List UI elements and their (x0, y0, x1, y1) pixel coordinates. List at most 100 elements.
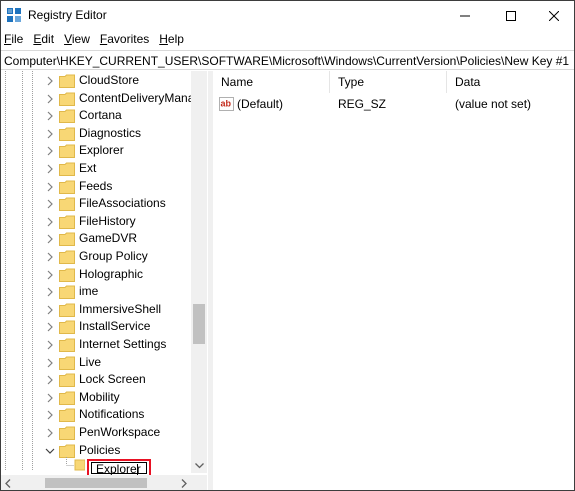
tree-horizontal-scrollbar[interactable] (1, 475, 207, 490)
tree-item[interactable]: CloudStore (1, 72, 191, 90)
menu-favorites[interactable]: Favorites (95, 31, 154, 49)
tree-item-label: FileAssociations (79, 196, 166, 211)
folder-icon (59, 162, 75, 176)
address-path[interactable]: Computer\HKEY_CURRENT_USER\SOFTWARE\Micr… (4, 54, 569, 68)
rename-key-input[interactable]: Explorer (91, 462, 147, 476)
folder-icon (59, 109, 75, 124)
tree-item[interactable]: Ext (1, 160, 191, 178)
tree-item-label: Notifications (79, 407, 145, 422)
tree-item-label: Mobility (79, 389, 120, 404)
close-icon (549, 11, 559, 21)
menu-file-label: File (4, 32, 24, 46)
scroll-down-button[interactable] (191, 459, 207, 473)
column-header-name[interactable]: Name (213, 71, 330, 93)
folder-icon (59, 444, 75, 458)
value-row[interactable]: ab (Default) REG_SZ (value not set) (213, 95, 574, 113)
chevron-right-icon[interactable] (45, 111, 55, 121)
chevron-right-icon[interactable] (45, 164, 55, 174)
chevron-right-icon[interactable] (45, 146, 55, 156)
tree-item[interactable]: FileAssociations (1, 195, 191, 213)
chevron-right-icon[interactable] (45, 340, 55, 350)
folder-icon (59, 408, 75, 423)
chevron-right-icon[interactable] (45, 270, 55, 280)
folder-icon (59, 232, 75, 247)
chevron-right-icon[interactable] (45, 410, 55, 420)
menu-edit[interactable]: Edit (28, 31, 59, 49)
chevron-right-icon[interactable] (45, 252, 55, 262)
tree-item[interactable]: Explorer (1, 142, 191, 160)
tree-item[interactable]: Live (1, 354, 191, 372)
chevron-right-icon (181, 478, 187, 488)
tree-item[interactable]: Diagnostics (1, 125, 191, 143)
tree-item[interactable]: FileHistory (1, 213, 191, 231)
title-bar: Registry Editor (1, 1, 574, 31)
tree-item[interactable]: Cortana (1, 107, 191, 125)
tree-vertical-scrollbar[interactable] (191, 71, 207, 473)
chevron-right-icon[interactable] (45, 358, 55, 368)
column-header-data[interactable]: Data (447, 71, 574, 93)
tree-item[interactable]: Lock Screen (1, 371, 191, 389)
menu-file[interactable]: File (1, 31, 28, 49)
chevron-right-icon[interactable] (45, 393, 55, 403)
tree-horizontal-scroll-thumb[interactable] (45, 478, 147, 488)
scroll-left-button[interactable] (2, 477, 14, 489)
chevron-right-icon[interactable] (45, 129, 55, 139)
maximize-button[interactable] (488, 1, 534, 31)
folder-icon (59, 215, 75, 229)
chevron-right-icon[interactable] (45, 76, 55, 86)
tree-item-label: ContentDeliveryMana (79, 90, 195, 105)
tree-item[interactable]: ImmersiveShell (1, 301, 191, 319)
menu-bar: File Edit View Favorites Help (1, 31, 574, 49)
chevron-down-icon[interactable] (45, 446, 55, 456)
key-tree-pane: CloudStore ContentDeliveryMana Cortana Diag… (1, 71, 207, 490)
column-header-type[interactable]: Type (330, 71, 447, 93)
registry-editor-window: Registry Editor File Edit View Favorites… (0, 0, 575, 491)
string-value-icon: ab (219, 97, 234, 111)
tree-item[interactable]: PenWorkspace (1, 424, 191, 442)
tree-item[interactable]: Group Policy (1, 248, 191, 266)
folder-icon (59, 373, 75, 388)
chevron-right-icon[interactable] (45, 182, 55, 192)
chevron-right-icon[interactable] (45, 199, 55, 209)
minimize-icon (460, 15, 470, 17)
chevron-right-icon[interactable] (45, 375, 55, 385)
menu-view[interactable]: View (59, 31, 95, 49)
tree-item[interactable]: Policies (1, 442, 191, 460)
tree-item-label: PenWorkspace (79, 425, 161, 439)
folder-icon (59, 197, 75, 212)
chevron-right-icon[interactable] (45, 94, 55, 104)
tree-item[interactable]: ime (1, 283, 191, 301)
tree-item[interactable]: Holographic (1, 266, 191, 284)
minimize-button[interactable] (442, 1, 488, 31)
close-button[interactable] (534, 1, 574, 31)
folder-icon (59, 391, 75, 405)
tree-item[interactable]: Notifications (1, 406, 191, 424)
chevron-right-icon[interactable] (45, 322, 55, 332)
menu-favorites-label: Favorites (99, 32, 150, 46)
scroll-right-button[interactable] (178, 477, 190, 489)
chevron-right-icon[interactable] (45, 428, 55, 438)
value-data: (value not set) (455, 97, 532, 111)
tree-item[interactable]: GameDVR (1, 230, 191, 248)
address-bar[interactable]: Computer\HKEY_CURRENT_USER\SOFTWARE\Micr… (1, 50, 574, 70)
tree-item[interactable]: ContentDeliveryMana (1, 90, 195, 108)
tree-item-label: Cortana (79, 108, 122, 123)
tree-item-label: Policies (79, 442, 121, 457)
menu-help[interactable]: Help (154, 31, 189, 49)
tree-item-label: Live (79, 354, 102, 369)
folder-icon (59, 426, 75, 440)
tree-item-label: Lock Screen (79, 372, 146, 387)
chevron-right-icon[interactable] (45, 217, 55, 227)
tree-item[interactable]: Mobility (1, 389, 191, 407)
tree-vertical-scroll-thumb[interactable] (193, 304, 205, 344)
folder-icon (59, 74, 75, 88)
chevron-right-icon[interactable] (45, 234, 55, 244)
tree-item[interactable]: InstallService (1, 318, 191, 336)
chevron-right-icon[interactable] (45, 305, 55, 315)
menu-edit-label: Edit (33, 32, 55, 46)
chevron-right-icon[interactable] (45, 287, 55, 297)
folder-icon (59, 338, 75, 352)
tree-item[interactable]: Internet Settings (1, 336, 191, 354)
menu-help-label: Help (159, 32, 184, 46)
tree-item[interactable]: Feeds (1, 178, 191, 196)
